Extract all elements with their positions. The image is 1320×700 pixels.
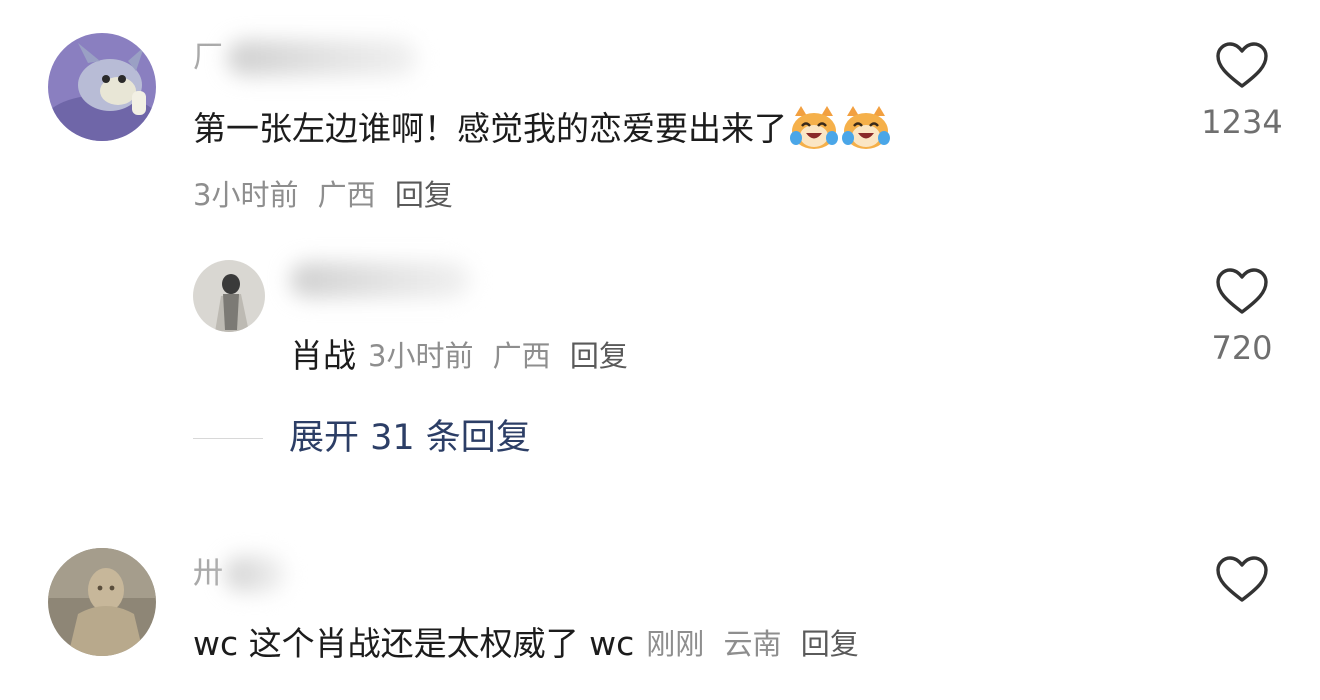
reply-button[interactable]: 回复 — [395, 178, 453, 212]
username-blurred — [290, 262, 470, 298]
comment-text: wc 这个肖战还是太权威了 wc 刚刚 云南 回复 — [193, 624, 869, 664]
heart-icon — [1216, 268, 1268, 314]
username[interactable] — [290, 262, 470, 298]
username[interactable]: 厂 — [193, 40, 417, 76]
cat-laughing-tears-emoji — [789, 106, 839, 152]
like-count: 1234 — [1201, 103, 1283, 141]
divider — [193, 437, 263, 439]
timestamp: 3小时前 — [193, 178, 299, 212]
reply-button[interactable]: 回复 — [801, 627, 859, 661]
location: 广西 — [492, 339, 551, 373]
avatar[interactable] — [48, 33, 156, 141]
username[interactable]: 卅 — [193, 556, 285, 592]
timestamp: 刚刚 — [646, 627, 705, 661]
like-button[interactable]: 1234 — [1187, 40, 1297, 142]
username-initial: 厂 — [193, 40, 223, 75]
comment-meta: 刚刚 云南 回复 — [646, 626, 868, 662]
comment-meta: 3小时前 广西 回复 — [193, 177, 463, 213]
location: 广西 — [317, 178, 376, 212]
like-button[interactable]: 720 — [1187, 266, 1297, 368]
avatar[interactable] — [193, 260, 265, 332]
heart-icon — [1216, 42, 1268, 88]
comment-body: 肖战 — [290, 336, 356, 375]
expand-replies[interactable]: 展开 31 条回复 — [193, 416, 531, 460]
expand-replies-link[interactable]: 展开 31 条回复 — [289, 416, 531, 460]
username-initial: 卅 — [193, 556, 223, 591]
comment-body: wc 这个肖战还是太权威了 wc — [193, 624, 635, 663]
reply-button[interactable]: 回复 — [570, 339, 628, 373]
location: 云南 — [723, 627, 782, 661]
like-count: 720 — [1211, 329, 1273, 367]
comment-meta: 3小时前 广西 回复 — [368, 338, 638, 374]
like-button[interactable] — [1187, 554, 1297, 604]
comment-body: 第一张左边谁啊！感觉我的恋爱要出来了 — [193, 109, 787, 148]
avatar[interactable] — [48, 548, 156, 656]
comment-text: 第一张左边谁啊！感觉我的恋爱要出来了 — [193, 106, 891, 152]
heart-icon — [1216, 556, 1268, 602]
cat-laughing-tears-emoji — [841, 106, 891, 152]
username-blurred — [227, 40, 417, 76]
username-blurred — [225, 556, 285, 592]
comment-text: 肖战 3小时前 广西 回复 — [290, 336, 638, 376]
timestamp: 3小时前 — [368, 339, 474, 373]
